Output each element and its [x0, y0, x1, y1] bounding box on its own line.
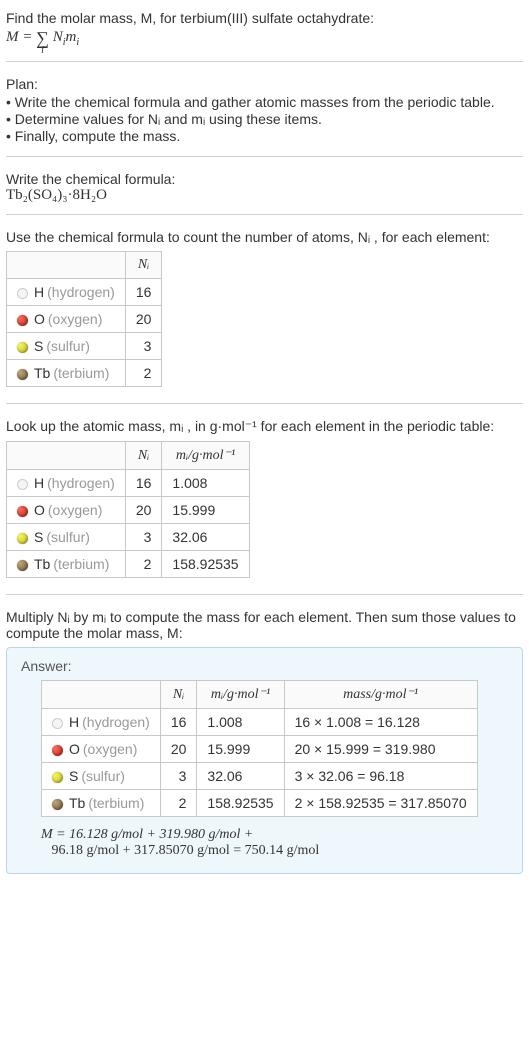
table-row: S(sulfur) 3	[7, 333, 162, 360]
terbium-dot-icon	[17, 560, 28, 571]
atomic-mass-section: Look up the atomic mass, mᵢ , in g·mol⁻¹…	[6, 414, 523, 595]
chem-formula: Tb₂(SO₄)₃·8H₂O	[6, 187, 523, 204]
table-row: Tb(terbium) 2	[7, 360, 162, 387]
final-molar-mass: M = 16.128 g/mol + 319.980 g/mol + 96.18…	[21, 827, 508, 859]
sulfur-dot-icon	[17, 342, 28, 353]
ans-col-mi: mᵢ/g·mol⁻¹	[197, 681, 284, 709]
plan-heading: Plan:	[6, 76, 523, 92]
oxygen-dot-icon	[52, 745, 63, 756]
count-heading: Use the chemical formula to count the nu…	[6, 229, 523, 245]
ans-col-ni: Nᵢ	[160, 681, 197, 709]
atom-count-table: Nᵢ H(hydrogen) 16 O(oxygen) 20 S(sulfur)…	[6, 251, 162, 387]
oxygen-dot-icon	[17, 506, 28, 517]
answer-label: Answer:	[21, 658, 508, 674]
intro-section: Find the molar mass, M, for terbium(III)…	[6, 6, 523, 62]
table-row: H(hydrogen) 16	[7, 279, 162, 306]
mass-col-mi: mᵢ/g·mol⁻¹	[162, 442, 249, 470]
table-row: O(oxygen) 20 15.999	[7, 497, 250, 524]
atomic-mass-table: Nᵢ mᵢ/g·mol⁻¹ H(hydrogen) 16 1.008 O(oxy…	[6, 441, 250, 578]
sulfur-dot-icon	[52, 772, 63, 783]
answer-box: Answer: Nᵢ mᵢ/g·mol⁻¹ mass/g·mol⁻¹ H(hyd…	[6, 647, 523, 874]
table-row: H(hydrogen) 16 1.008	[7, 470, 250, 497]
table-row: S(sulfur) 3 32.06	[7, 524, 250, 551]
table-row: O(oxygen) 20 15.999 20 × 15.999 = 319.98…	[42, 736, 478, 763]
chem-heading: Write the chemical formula:	[6, 171, 523, 187]
terbium-dot-icon	[17, 369, 28, 380]
mass-heading: Look up the atomic mass, mᵢ , in g·mol⁻¹…	[6, 418, 523, 435]
answer-section: Multiply Nᵢ by mᵢ to compute the mass fo…	[6, 605, 523, 874]
ans-col-element	[42, 681, 161, 709]
atom-count-section: Use the chemical formula to count the nu…	[6, 225, 523, 404]
mass-col-ni: Nᵢ	[125, 442, 162, 470]
hydrogen-dot-icon	[52, 718, 63, 729]
answer-table: Nᵢ mᵢ/g·mol⁻¹ mass/g·mol⁻¹ H(hydrogen) 1…	[41, 680, 478, 817]
oxygen-dot-icon	[17, 315, 28, 326]
plan-section: Plan: • Write the chemical formula and g…	[6, 72, 523, 157]
table-row: S(sulfur) 3 32.06 3 × 32.06 = 96.18	[42, 763, 478, 790]
hydrogen-dot-icon	[17, 479, 28, 490]
count-col-ni: Nᵢ	[125, 252, 162, 279]
table-row: Tb(terbium) 2 158.92535	[7, 551, 250, 578]
multiply-text: Multiply Nᵢ by mᵢ to compute the mass fo…	[6, 609, 523, 641]
intro-formula: M = ∑i Nimi	[6, 29, 523, 48]
plan-bullet-2: • Determine values for Nᵢ and mᵢ using t…	[6, 111, 523, 127]
sulfur-dot-icon	[17, 533, 28, 544]
hydrogen-dot-icon	[17, 288, 28, 299]
count-col-element	[7, 252, 126, 279]
terbium-dot-icon	[52, 799, 63, 810]
table-row: Tb(terbium) 2 158.92535 2 × 158.92535 = …	[42, 790, 478, 817]
table-row: O(oxygen) 20	[7, 306, 162, 333]
plan-bullet-3: • Finally, compute the mass.	[6, 128, 523, 144]
mass-col-element	[7, 442, 126, 470]
table-row: H(hydrogen) 16 1.008 16 × 1.008 = 16.128	[42, 709, 478, 736]
intro-line1: Find the molar mass, M, for terbium(III)…	[6, 10, 523, 26]
ans-col-mass: mass/g·mol⁻¹	[284, 681, 477, 709]
plan-bullet-1: • Write the chemical formula and gather …	[6, 94, 523, 110]
chemical-formula-section: Write the chemical formula: Tb₂(SO₄)₃·8H…	[6, 167, 523, 215]
